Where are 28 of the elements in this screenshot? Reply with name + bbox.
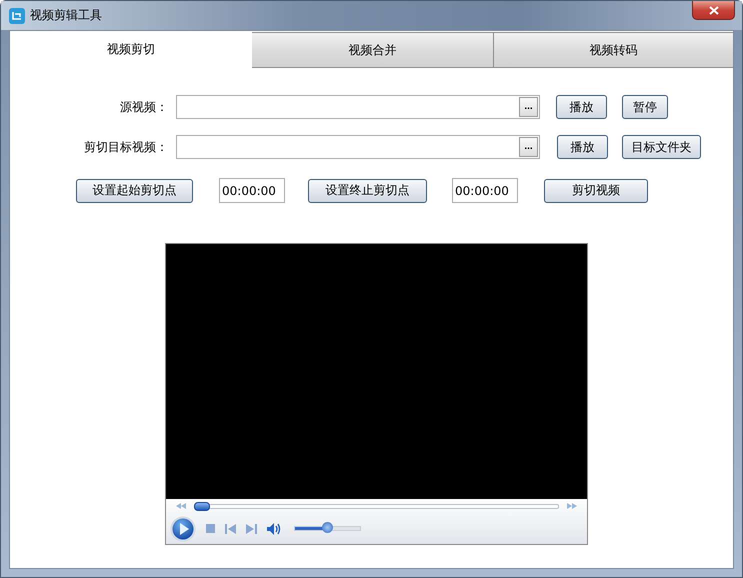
time-field[interactable]: 00:00:00 (452, 178, 518, 203)
rewind-icon[interactable] (176, 503, 186, 509)
time-field[interactable]: 00:00:00 (219, 178, 285, 203)
previous-icon[interactable] (225, 524, 236, 534)
seek-slider[interactable] (194, 504, 559, 508)
button[interactable]: 播放 (556, 95, 607, 119)
button[interactable]: 暂停 (622, 95, 668, 119)
browse-button[interactable]: ... (519, 97, 538, 117)
close-button[interactable] (692, 1, 735, 20)
play-icon[interactable] (170, 516, 196, 542)
field-label: 剪切目标视频： (83, 138, 168, 156)
next-icon[interactable] (246, 524, 257, 534)
button[interactable]: 设置起始剪切点 (76, 178, 193, 202)
fast-forward-icon[interactable] (567, 503, 577, 509)
button[interactable]: 剪切视频 (544, 178, 648, 202)
button[interactable]: 目标文件夹 (622, 135, 701, 159)
path-field[interactable]: ... (176, 95, 540, 119)
volume-icon[interactable] (267, 522, 282, 534)
button[interactable]: 播放 (557, 135, 608, 159)
close-icon (708, 6, 718, 14)
window-title: 视频剪辑工具 (30, 7, 102, 24)
app-icon (9, 8, 25, 24)
tab[interactable]: 视频转码 (494, 32, 733, 68)
browse-button[interactable]: ... (519, 137, 538, 157)
field-label: 源视频： (119, 98, 168, 116)
button[interactable]: 设置终止剪切点 (308, 178, 427, 202)
path-field[interactable]: ... (176, 135, 540, 159)
tab[interactable]: 视频合并 (252, 32, 494, 68)
